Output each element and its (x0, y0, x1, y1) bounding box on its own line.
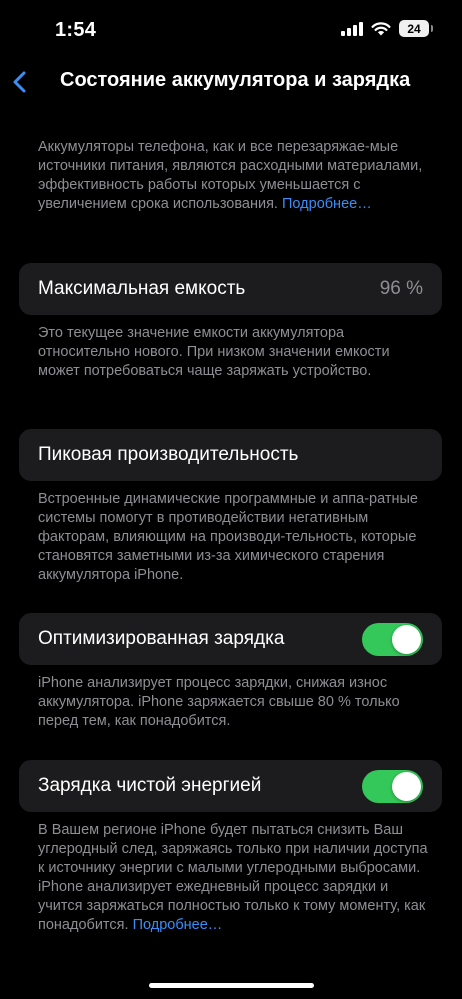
page-title: Состояние аккумулятора и зарядка (60, 69, 411, 91)
peak-performance-row: Пиковая производительность (19, 429, 442, 481)
learn-more-link[interactable]: Подробнее… (282, 196, 372, 212)
home-indicator[interactable] (149, 983, 314, 988)
optimized-charging-toggle[interactable] (362, 623, 423, 656)
max-capacity-label: Максимальная емкость (38, 278, 246, 299)
peak-footer: Встроенные динамические программные и ап… (38, 491, 418, 583)
clean-energy-row: Зарядка чистой энергией (19, 760, 442, 812)
peak-performance-label: Пиковая производительность (38, 444, 299, 465)
wifi-icon (371, 22, 391, 36)
intro-text: Аккумуляторы телефона, как и все перезар… (38, 138, 430, 214)
max-capacity-row: Максимальная емкость 96 % (19, 263, 442, 315)
clean-footer: В Вашем регионе iPhone будет пытаться сн… (38, 821, 430, 935)
clean-description: В Вашем регионе iPhone будет пытаться сн… (38, 822, 428, 933)
status-icons: 24 (341, 20, 433, 37)
max-capacity-value: 96 % (379, 278, 423, 299)
cellular-signal-icon (341, 21, 363, 36)
toggle-knob (392, 625, 421, 654)
capacity-footer: Это текущее значение емкости аккумулятор… (38, 325, 390, 379)
optimized-footer: iPhone анализирует процесс зарядки, сниж… (38, 675, 400, 729)
clean-energy-label: Зарядка чистой энергией (38, 775, 262, 796)
status-bar: 1:54 24 (0, 0, 462, 60)
battery-icon: 24 (399, 20, 433, 37)
optimized-charging-label: Оптимизированная зарядка (38, 628, 285, 649)
clean-energy-toggle[interactable] (362, 770, 423, 803)
status-time: 1:54 (55, 19, 97, 41)
clean-learn-more-link[interactable]: Подробнее… (133, 917, 223, 933)
nav-bar: Состояние аккумулятора и зарядка (0, 60, 462, 104)
optimized-charging-row: Оптимизированная зарядка (19, 613, 442, 665)
back-chevron-icon[interactable] (8, 67, 38, 97)
toggle-knob (392, 772, 421, 801)
